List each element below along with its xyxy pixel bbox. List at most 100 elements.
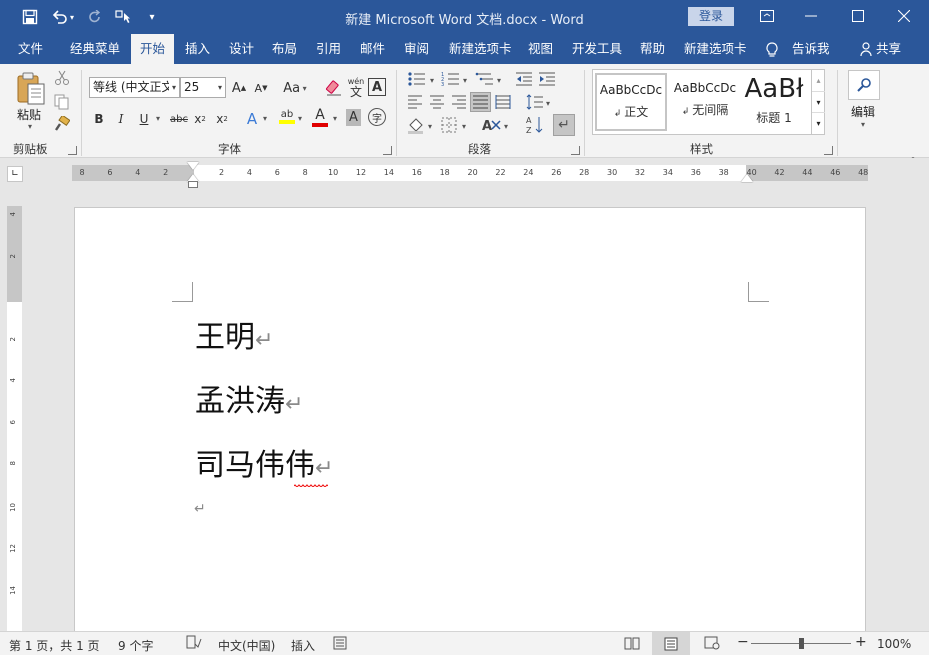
ribbon-display-options-icon[interactable] (752, 5, 782, 27)
document-line-2[interactable]: 孟洪涛↵ (195, 376, 303, 420)
character-shading-button[interactable]: A (346, 109, 361, 126)
first-line-indent-marker[interactable] (187, 162, 199, 170)
font-name-combo[interactable]: 等线 (中文正文 ▾ (89, 77, 180, 98)
read-mode-icon[interactable] (624, 636, 640, 653)
proofing-icon[interactable] (186, 635, 202, 653)
highlight-dropdown-icon[interactable]: ▾ (298, 114, 302, 123)
highlight-button[interactable]: ab (277, 106, 297, 126)
tab-references[interactable]: 引用 (307, 34, 350, 64)
underline-button[interactable]: U (137, 110, 151, 128)
bold-button[interactable]: B (92, 110, 106, 128)
style-heading-1[interactable]: AaBł 标题 1 (743, 73, 805, 131)
distributed-icon[interactable] (495, 95, 511, 112)
align-center-icon[interactable] (429, 95, 445, 112)
font-name-dropdown-icon[interactable]: ▾ (172, 78, 176, 97)
paste-label[interactable]: 粘贴 (17, 106, 41, 123)
tab-selector-icon[interactable]: ∟ (7, 166, 23, 182)
zoom-in-button[interactable]: + (855, 634, 867, 650)
page-info[interactable]: 第 1 页，共 1 页 (9, 637, 100, 654)
grow-font-button[interactable]: A ▲ (230, 78, 248, 98)
find-icon[interactable] (848, 70, 880, 100)
tab-classic-menu[interactable]: 经典菜单 (61, 34, 129, 64)
text-effects-button[interactable]: A (244, 109, 260, 129)
character-border-button[interactable]: A (368, 78, 386, 96)
subscript-button[interactable]: x2 (193, 110, 207, 128)
share-button[interactable]: 共享 (872, 34, 910, 64)
editing-label[interactable]: 编辑 (851, 103, 875, 120)
font-launcher-icon[interactable] (383, 146, 392, 155)
gallery-scroll-down-icon[interactable]: ▾ (812, 91, 825, 112)
superscript-button[interactable]: x2 (215, 110, 229, 128)
insert-mode[interactable]: 插入 (291, 637, 315, 654)
styles-launcher-icon[interactable] (824, 146, 833, 155)
tab-file[interactable]: 文件 (9, 34, 52, 64)
maximize-icon[interactable] (843, 5, 873, 27)
align-right-icon[interactable] (451, 95, 467, 112)
language-indicator[interactable]: 中文(中国) (218, 637, 275, 654)
zoom-slider-thumb[interactable] (798, 638, 804, 649)
enclose-characters-button[interactable]: 字 (368, 108, 386, 126)
paste-dropdown-icon[interactable]: ▾ (28, 122, 32, 131)
gallery-scroll-up-icon[interactable]: ▴ (812, 70, 825, 91)
tab-new-tab-2[interactable]: 新建选项卡 (675, 34, 756, 64)
tab-view[interactable]: 视图 (519, 34, 562, 64)
font-color-dropdown-icon[interactable]: ▾ (333, 114, 337, 123)
font-color-button[interactable]: A (311, 106, 329, 128)
touch-mode-icon[interactable] (113, 7, 135, 27)
chinese-layout-icon[interactable]: A (482, 117, 502, 136)
save-icon[interactable] (19, 7, 41, 27)
show-marks-button[interactable]: ↵ (553, 114, 575, 136)
justify-button[interactable] (470, 92, 491, 112)
multilevel-list-icon[interactable] (475, 71, 495, 90)
zoom-out-button[interactable]: − (737, 634, 749, 650)
numbering-dropdown-icon[interactable]: ▾ (463, 76, 467, 85)
bullets-icon[interactable] (407, 71, 427, 90)
font-size-combo[interactable]: 25 ▾ (180, 77, 226, 98)
tab-mailings[interactable]: 邮件 (351, 34, 394, 64)
zoom-slider[interactable] (751, 638, 851, 649)
align-left-icon[interactable] (407, 95, 423, 112)
style-normal[interactable]: AaBbCcDc ↲ 正文 (595, 73, 667, 131)
shading-icon[interactable] (407, 116, 425, 137)
gallery-more-icon[interactable]: ▾ (812, 112, 825, 133)
italic-button[interactable]: I (114, 110, 128, 128)
cut-icon[interactable] (54, 70, 70, 89)
zoom-level[interactable]: 100% (877, 637, 911, 651)
tab-developer[interactable]: 开发工具 (563, 34, 631, 64)
tab-help[interactable]: 帮助 (631, 34, 674, 64)
macro-record-icon[interactable] (333, 636, 347, 653)
line-spacing-icon[interactable] (526, 94, 544, 113)
decrease-indent-icon[interactable] (515, 71, 533, 90)
paste-icon[interactable] (15, 72, 47, 106)
font-size-dropdown-icon[interactable]: ▾ (218, 78, 222, 97)
paragraph-launcher-icon[interactable] (571, 146, 580, 155)
redo-icon[interactable] (84, 7, 106, 27)
change-case-button[interactable]: Aa ▾ (280, 78, 310, 98)
clear-formatting-icon[interactable] (325, 79, 343, 100)
tell-me-search[interactable]: 告诉我 (783, 34, 839, 64)
clipboard-launcher-icon[interactable] (68, 146, 77, 155)
shading-dropdown-icon[interactable]: ▾ (428, 122, 432, 131)
phonetic-guide-button[interactable]: wén 文 (346, 76, 366, 100)
word-count[interactable]: 9 个字 (118, 637, 153, 654)
borders-dropdown-icon[interactable]: ▾ (462, 122, 466, 131)
underline-dropdown-icon[interactable]: ▾ (156, 114, 160, 123)
editing-dropdown-icon[interactable]: ▾ (861, 120, 865, 129)
sort-icon[interactable]: AZ (526, 115, 544, 138)
text-effects-dropdown-icon[interactable]: ▾ (263, 114, 267, 123)
vertical-ruler[interactable]: 4 2 2 4 6 8 10 12 14 (7, 206, 22, 636)
bullets-dropdown-icon[interactable]: ▾ (430, 76, 434, 85)
style-no-spacing[interactable]: AaBbCcDc ↲ 无间隔 (669, 73, 741, 131)
line-spacing-dropdown-icon[interactable]: ▾ (546, 99, 550, 108)
close-icon[interactable] (889, 5, 919, 27)
copy-icon[interactable] (54, 94, 70, 113)
customize-toolbar-icon[interactable]: ▾ (141, 7, 163, 27)
tab-new-tab[interactable]: 新建选项卡 (440, 34, 521, 64)
increase-indent-icon[interactable] (538, 71, 556, 90)
tab-layout[interactable]: 布局 (263, 34, 306, 64)
login-button[interactable]: 登录 (688, 7, 734, 26)
document-line-1[interactable]: 王明↵ (195, 312, 273, 356)
tab-home[interactable]: 开始 (131, 34, 175, 64)
tab-review[interactable]: 审阅 (395, 34, 438, 64)
document-page[interactable]: 王明↵ 孟洪涛↵ 司马伟伟↵ ↵ (74, 207, 866, 637)
